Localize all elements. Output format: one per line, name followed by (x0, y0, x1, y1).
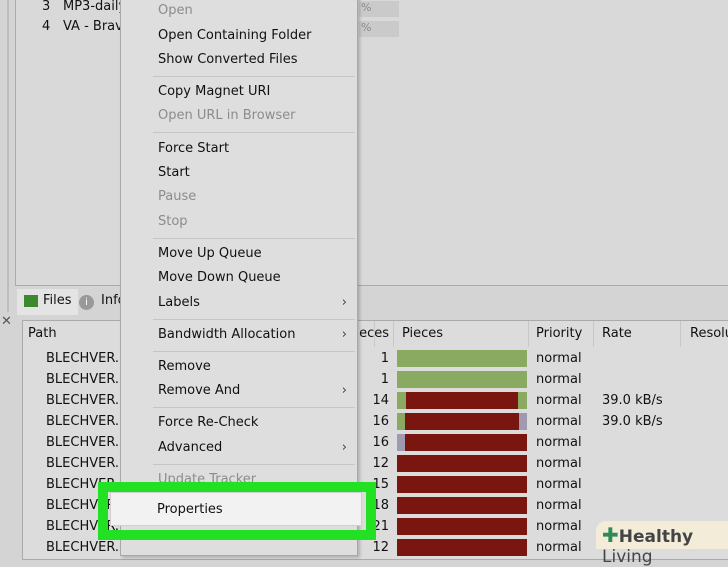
priority: normal (536, 351, 582, 366)
properties-label[interactable]: Properties (157, 500, 223, 520)
menu-separator (153, 132, 355, 133)
menu-item-bandwidth[interactable]: Bandwidth Allocation › (121, 323, 357, 347)
file-path: BLECHVER... (46, 540, 128, 555)
pieces-bar (397, 518, 527, 535)
pieces-segment (404, 434, 527, 451)
progress-bar: % (359, 21, 399, 37)
menu-item-copy-magnet[interactable]: Copy Magnet URI (121, 80, 357, 104)
menu-item-open[interactable]: Open (121, 0, 357, 23)
chevron-right-icon: › (341, 327, 347, 342)
file-path: BLECHVER... (46, 456, 128, 471)
menu-item-force-recheck[interactable]: Force Re-Check (121, 411, 357, 435)
file-path: BLECHVER... (46, 414, 128, 429)
column-header-priority[interactable]: Priority (529, 321, 594, 347)
menu-item-open-folder[interactable]: Open Containing Folder (121, 24, 357, 48)
menu-separator (153, 238, 355, 239)
pieces-bar (397, 476, 527, 493)
progress-bar: % (359, 1, 399, 17)
pieces-segment (397, 413, 405, 430)
menu-separator (153, 76, 355, 77)
pieces-segment (404, 413, 520, 430)
close-icon[interactable]: ✕ (1, 314, 12, 329)
pieces-segment (397, 476, 527, 493)
menu-item-show-converted[interactable]: Show Converted Files (121, 48, 357, 72)
pieces-segment (397, 455, 527, 472)
context-menu: Open Open Containing Folder Show Converted… (120, 0, 358, 556)
chevron-right-icon: › (341, 383, 347, 398)
plus-icon: ✚ (602, 523, 619, 547)
priority: normal (536, 393, 582, 408)
pieces-bar (397, 350, 527, 367)
priority: normal (536, 540, 582, 555)
column-header-resolution[interactable]: Resolu (681, 321, 728, 347)
priority: normal (536, 477, 582, 492)
file-path: BLECHVER... (46, 393, 128, 408)
menu-item-move-up[interactable]: Move Up Queue (121, 242, 357, 266)
column-header-pieces[interactable]: Pieces (394, 321, 529, 347)
menu-item-force-start[interactable]: Force Start (121, 137, 357, 161)
chevron-right-icon: › (341, 295, 347, 310)
menu-item-remove[interactable]: Remove (121, 355, 357, 379)
chevron-right-icon: › (341, 440, 347, 455)
pieces-bar (397, 413, 527, 430)
menu-item-move-down[interactable]: Move Down Queue (121, 266, 357, 290)
file-path: BLECHVER... (46, 372, 128, 387)
pieces-bar (397, 371, 527, 388)
pieces-segment (397, 371, 527, 388)
window-border (7, 0, 9, 312)
priority: normal (536, 456, 582, 471)
pieces-segment (397, 518, 527, 535)
info-icon: i (79, 295, 94, 310)
pieces-segment (397, 392, 407, 409)
priority: normal (536, 435, 582, 450)
folder-icon (24, 295, 38, 307)
menu-item-open-url[interactable]: Open URL in Browser (121, 104, 357, 128)
pieces-segment (397, 350, 527, 367)
pieces-bar (397, 455, 527, 472)
menu-item-stop[interactable]: Stop (121, 210, 357, 234)
rate: 39.0 kB/s (602, 414, 663, 429)
menu-separator (153, 464, 355, 465)
menu-separator (153, 351, 355, 352)
menu-item-remove-and[interactable]: Remove And › (121, 379, 357, 403)
watermark: ✚Healthy Living (596, 521, 728, 567)
pieces-segment (397, 539, 527, 556)
pieces-bar (397, 434, 527, 451)
pieces-segment (519, 413, 527, 430)
menu-item-properties[interactable] (110, 492, 362, 526)
pieces-bar (397, 392, 527, 409)
rate: 39.0 kB/s (602, 393, 663, 408)
priority: normal (536, 372, 582, 387)
tab-files[interactable]: Files (17, 289, 78, 315)
file-path: BLECHVER... (46, 435, 128, 450)
menu-item-start[interactable]: Start (121, 161, 357, 185)
pieces-segment (517, 392, 527, 409)
pieces-bar (397, 539, 527, 556)
pieces-bar (397, 497, 527, 514)
menu-item-labels[interactable]: Labels › (121, 291, 357, 315)
menu-item-advanced[interactable]: Advanced › (121, 436, 357, 460)
column-header-rate[interactable]: Rate (594, 321, 681, 347)
menu-item-pause[interactable]: Pause (121, 185, 357, 209)
pieces-segment (397, 497, 527, 514)
file-path: BLECHVER... (46, 351, 128, 366)
priority: normal (536, 414, 582, 429)
menu-separator (153, 319, 355, 320)
priority: normal (536, 498, 582, 513)
pieces-segment (397, 434, 405, 451)
menu-separator (153, 407, 355, 408)
priority: normal (536, 519, 582, 534)
pieces-segment (406, 392, 518, 409)
